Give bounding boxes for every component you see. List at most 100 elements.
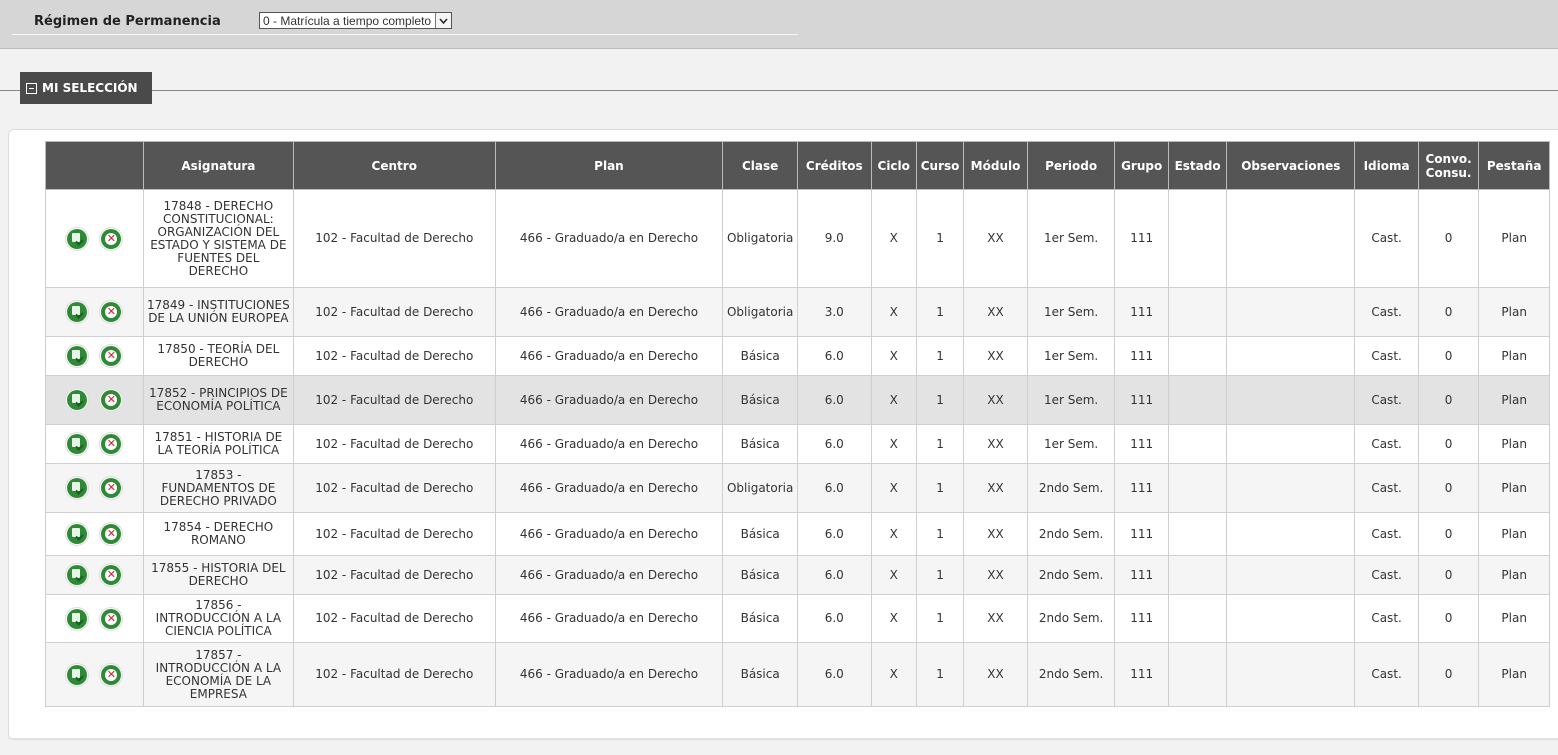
cell-grupo: 111 <box>1114 594 1169 643</box>
col-header-ciclo[interactable]: Ciclo <box>870 141 917 190</box>
remove-subject-icon[interactable] <box>101 434 122 454</box>
col-header-grupo[interactable]: Grupo <box>1114 141 1169 190</box>
cell-centro: 102 - Facultad de Derecho <box>292 424 496 464</box>
cell-asignatura: 17848 - DERECHO CONSTITUCIONAL: ORGANIZA… <box>142 189 294 288</box>
cell-pestana: Plan <box>1478 463 1550 513</box>
cell-ciclo: X <box>870 555 917 595</box>
cell-creditos: 6.0 <box>796 424 872 464</box>
cell-modulo: XX <box>963 512 1028 556</box>
cell-actions <box>45 512 144 556</box>
confirm-subject-icon[interactable] <box>67 390 88 410</box>
regimen-select[interactable]: 0 - Matrícula a tiempo completo <box>259 12 453 29</box>
remove-subject-icon[interactable] <box>101 524 122 544</box>
cell-observaciones <box>1226 463 1356 513</box>
confirm-subject-icon[interactable] <box>67 664 88 685</box>
col-header-asignatura[interactable]: Asignatura <box>142 141 294 190</box>
cell-convo-consu: 0 <box>1417 375 1480 425</box>
col-header-idioma[interactable]: Idioma <box>1354 141 1419 190</box>
col-header-modulo[interactable]: Módulo <box>963 141 1028 190</box>
section-divider <box>0 90 1558 91</box>
cell-asignatura: 17852 - PRINCIPIOS DE ECONOMÍA POLÍTICA <box>142 375 294 425</box>
col-header-curso[interactable]: Curso <box>915 141 965 190</box>
cell-pestana: Plan <box>1478 375 1550 425</box>
remove-subject-icon[interactable] <box>101 302 122 322</box>
section-toggle-mi-seleccion[interactable]: MI SELECCIÓN <box>20 72 152 104</box>
cell-actions <box>45 463 144 513</box>
cell-estado <box>1167 594 1228 643</box>
cell-pestana: Plan <box>1478 642 1550 707</box>
col-header-periodo[interactable]: Periodo <box>1026 141 1116 190</box>
cell-estado <box>1167 424 1228 464</box>
remove-subject-icon[interactable] <box>101 346 122 366</box>
cell-centro: 102 - Facultad de Derecho <box>292 375 496 425</box>
cell-pestana: Plan <box>1478 189 1550 288</box>
remove-subject-icon[interactable] <box>101 390 122 410</box>
confirm-subject-icon[interactable] <box>67 302 88 322</box>
table-row: 17850 - TEORÍA DEL DERECHO102 - Facultad… <box>45 336 1550 376</box>
cell-asignatura: 17854 - DERECHO ROMANO <box>142 512 294 556</box>
remove-subject-icon[interactable] <box>101 228 122 249</box>
col-header-observaciones[interactable]: Observaciones <box>1226 141 1356 190</box>
cell-curso: 1 <box>915 189 965 288</box>
cell-modulo: XX <box>963 463 1028 513</box>
cell-estado <box>1167 642 1228 707</box>
cell-convo-consu: 0 <box>1417 555 1480 595</box>
confirm-subject-icon[interactable] <box>67 478 88 498</box>
cell-actions <box>45 336 144 376</box>
cell-creditos: 6.0 <box>796 336 872 376</box>
cell-plan: 466 - Graduado/a en Derecho <box>494 463 724 513</box>
cell-asignatura: 17851 - HISTORIA DE LA TEORÍA POLÍTICA <box>142 424 294 464</box>
col-header-centro[interactable]: Centro <box>292 141 496 190</box>
remove-subject-icon[interactable] <box>101 565 122 585</box>
cell-asignatura: 17849 - INSTITUCIONES DE LA UNIÓN EUROPE… <box>142 287 294 337</box>
regimen-divider <box>12 34 798 35</box>
cell-convo-consu: 0 <box>1417 594 1480 643</box>
cell-idioma: Cast. <box>1354 336 1419 376</box>
cell-plan: 466 - Graduado/a en Derecho <box>494 375 724 425</box>
table-header-row: Asignatura Centro Plan Clase Créditos Ci… <box>45 141 1550 190</box>
cell-idioma: Cast. <box>1354 375 1419 425</box>
col-header-actions <box>45 141 144 190</box>
cell-grupo: 111 <box>1114 512 1169 556</box>
col-header-clase[interactable]: Clase <box>722 141 798 190</box>
cell-idioma: Cast. <box>1354 463 1419 513</box>
cell-idioma: Cast. <box>1354 424 1419 464</box>
cell-observaciones <box>1226 375 1356 425</box>
cell-curso: 1 <box>915 424 965 464</box>
confirm-subject-icon[interactable] <box>67 228 88 249</box>
cell-grupo: 111 <box>1114 463 1169 513</box>
confirm-subject-icon[interactable] <box>67 565 88 585</box>
cell-creditos: 6.0 <box>796 375 872 425</box>
col-header-convo-consu[interactable]: Convo. Consu. <box>1417 141 1480 190</box>
cell-creditos: 3.0 <box>796 287 872 337</box>
col-header-estado[interactable]: Estado <box>1167 141 1228 190</box>
cell-idioma: Cast. <box>1354 642 1419 707</box>
cell-grupo: 111 <box>1114 287 1169 337</box>
confirm-subject-icon[interactable] <box>67 524 88 544</box>
cell-grupo: 111 <box>1114 555 1169 595</box>
cell-ciclo: X <box>870 287 917 337</box>
cell-actions <box>45 189 144 288</box>
table-row: 17854 - DERECHO ROMANO102 - Facultad de … <box>45 512 1550 556</box>
remove-subject-icon[interactable] <box>101 478 122 498</box>
cell-asignatura: 17855 - HISTORIA DEL DERECHO <box>142 555 294 595</box>
chevron-down-icon[interactable] <box>435 13 452 28</box>
confirm-subject-icon[interactable] <box>67 346 88 366</box>
cell-periodo: 2ndo Sem. <box>1026 594 1116 643</box>
cell-convo-consu: 0 <box>1417 642 1480 707</box>
cell-ciclo: X <box>870 189 917 288</box>
col-header-pestana[interactable]: Pestaña <box>1478 141 1550 190</box>
confirm-subject-icon[interactable] <box>67 608 88 629</box>
collapse-icon[interactable] <box>26 82 37 94</box>
cell-clase: Obligatoria <box>722 189 798 288</box>
remove-subject-icon[interactable] <box>101 664 122 685</box>
cell-grupo: 111 <box>1114 189 1169 288</box>
cell-convo-consu: 0 <box>1417 189 1480 288</box>
confirm-subject-icon[interactable] <box>67 434 88 454</box>
col-header-plan[interactable]: Plan <box>494 141 724 190</box>
cell-plan: 466 - Graduado/a en Derecho <box>494 512 724 556</box>
cell-periodo: 1er Sem. <box>1026 287 1116 337</box>
cell-centro: 102 - Facultad de Derecho <box>292 642 496 707</box>
remove-subject-icon[interactable] <box>101 608 122 629</box>
col-header-creditos[interactable]: Créditos <box>796 141 872 190</box>
